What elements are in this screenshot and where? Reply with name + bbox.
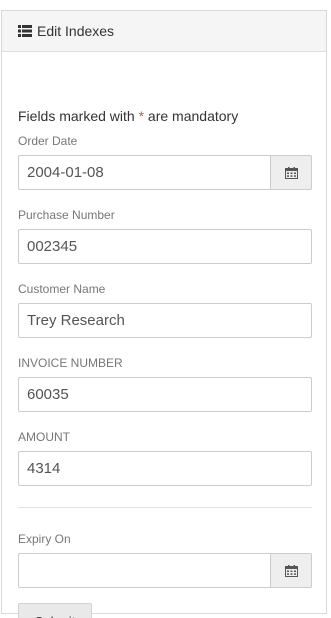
mandatory-prefix: Fields marked with bbox=[18, 108, 139, 124]
panel-header: Edit Indexes bbox=[2, 11, 326, 52]
section-divider bbox=[18, 507, 312, 508]
order-date-label: Order Date bbox=[18, 134, 78, 148]
amount-input[interactable]: 4314 bbox=[18, 451, 312, 486]
mandatory-suffix: are mandatory bbox=[144, 108, 239, 124]
purchase-number-input[interactable]: 002345 bbox=[18, 229, 312, 264]
amount-label: AMOUNT bbox=[18, 430, 70, 444]
submit-button[interactable]: Submit bbox=[18, 603, 92, 618]
panel-title: Edit Indexes bbox=[37, 23, 115, 39]
expiry-on-input[interactable] bbox=[18, 553, 270, 588]
mandatory-note: Fields marked with * are mandatory bbox=[18, 108, 238, 124]
order-date-calendar-button[interactable] bbox=[270, 155, 312, 190]
calendar-icon bbox=[284, 564, 298, 577]
edit-indexes-panel: Edit Indexes Fields marked with * are ma… bbox=[1, 10, 327, 618]
expiry-on-calendar-button[interactable] bbox=[270, 553, 312, 588]
invoice-number-input[interactable]: 60035 bbox=[18, 377, 312, 412]
order-date-input[interactable]: 2004-01-08 bbox=[18, 155, 270, 190]
customer-name-input[interactable]: Trey Research bbox=[18, 303, 312, 338]
customer-name-label: Customer Name bbox=[18, 282, 106, 296]
invoice-number-label: INVOICE NUMBER bbox=[18, 356, 123, 370]
list-icon bbox=[18, 25, 32, 37]
calendar-icon bbox=[284, 166, 298, 179]
expiry-on-label: Expiry On bbox=[18, 532, 71, 546]
purchase-number-label: Purchase Number bbox=[18, 208, 115, 222]
